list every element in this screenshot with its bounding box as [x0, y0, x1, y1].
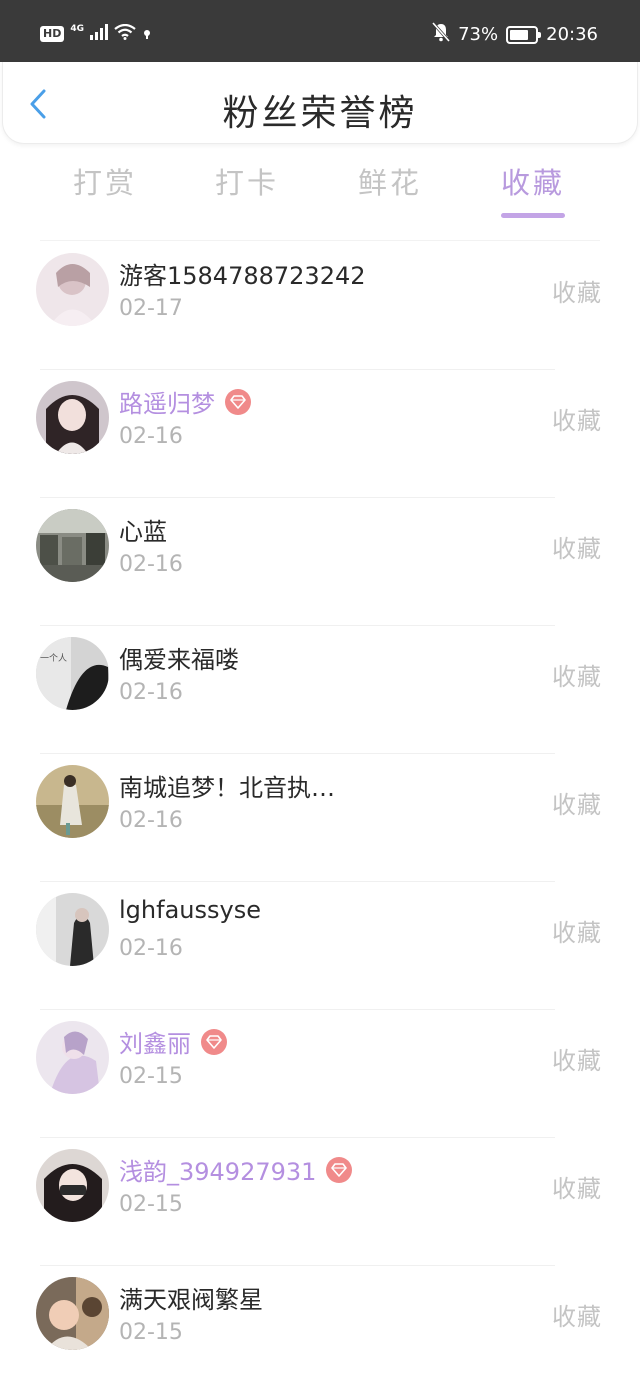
list-item[interactable]: 路遥归梦 02-16 收藏 — [0, 370, 640, 498]
name-line: lghfaussyse — [119, 896, 261, 924]
list-item[interactable]: 一个人 偶爱来福喽 02-16 收藏 — [0, 626, 640, 754]
date: 02-15 — [119, 1320, 183, 1345]
tab-bar: 打赏 打卡 鲜花 收藏 — [0, 160, 640, 220]
battery-icon — [506, 25, 542, 44]
name-line: 浅韵_394927931 — [119, 1152, 353, 1187]
tab-flowers[interactable]: 鲜花 — [319, 160, 461, 220]
fan-list: 游客1584788723242 02-17 收藏 路遥归梦 02-16 收藏 心蓝 02-16… — [0, 242, 640, 1387]
date: 02-16 — [119, 680, 183, 705]
avatar[interactable] — [36, 1277, 109, 1350]
notification-dot-icon — [142, 25, 152, 44]
hd-indicator: HD — [40, 26, 65, 42]
page-title: 粉丝荣誉榜 — [222, 93, 418, 134]
action-label: 收藏 — [552, 1175, 602, 1203]
status-left: HD 4G — [40, 23, 152, 44]
clock: 20:36 — [546, 24, 598, 45]
action-label: 收藏 — [552, 535, 602, 563]
user-name[interactable]: 满天艰阀繁星 — [119, 1280, 263, 1315]
date: 02-15 — [119, 1064, 183, 1089]
name-line: 游客1584788723242 — [119, 256, 366, 291]
list-item[interactable]: 游客1584788723242 02-17 收藏 — [0, 242, 640, 370]
svg-text:一个人: 一个人 — [40, 653, 67, 664]
list-item[interactable]: 满天艰阀繁星 02-15 收藏 — [0, 1266, 640, 1387]
signal-icon — [90, 24, 108, 44]
diamond-icon — [201, 1028, 227, 1055]
user-name[interactable]: 偶爱来福喽 — [119, 640, 239, 675]
name-line: 心蓝 — [119, 512, 167, 547]
avatar[interactable] — [36, 765, 109, 838]
user-name[interactable]: 刘鑫丽 — [119, 1024, 191, 1059]
list-item[interactable]: 浅韵_394927931 02-15 收藏 — [0, 1138, 640, 1266]
avatar[interactable] — [36, 1021, 109, 1094]
wifi-icon — [114, 23, 136, 44]
name-line: 路遥归梦 — [119, 384, 251, 419]
date: 02-16 — [119, 936, 183, 961]
action-label: 收藏 — [552, 1303, 602, 1331]
battery-percent: 73% — [458, 24, 499, 45]
tab-reward[interactable]: 打赏 — [34, 160, 176, 220]
tab-label: 打赏 — [72, 166, 137, 200]
action-label: 收藏 — [552, 1047, 602, 1075]
name-line: 满天艰阀繁星 — [119, 1280, 263, 1315]
diamond-icon — [326, 1156, 353, 1183]
list-item[interactable]: 心蓝 02-16 收藏 — [0, 498, 640, 626]
date: 02-15 — [119, 1192, 183, 1217]
tab-label: 收藏 — [500, 166, 565, 200]
tab-label: 鲜花 — [357, 166, 422, 200]
app-header: 粉丝荣誉榜 — [2, 62, 638, 144]
tab-checkin[interactable]: 打卡 — [176, 160, 318, 220]
tab-label: 打卡 — [214, 166, 279, 200]
diamond-icon — [225, 388, 251, 415]
user-name[interactable]: 路遥归梦 — [119, 384, 215, 419]
avatar[interactable] — [36, 253, 109, 326]
avatar[interactable] — [36, 509, 109, 582]
action-label: 收藏 — [552, 919, 602, 947]
date: 02-16 — [119, 808, 183, 833]
tab-divider — [40, 240, 600, 241]
date: 02-16 — [119, 424, 183, 449]
name-line: 偶爱来福喽 — [119, 640, 239, 675]
list-item[interactable]: 南城追梦！北音执… 02-16 收藏 — [0, 754, 640, 882]
avatar[interactable]: 一个人 — [36, 637, 109, 710]
action-label: 收藏 — [552, 663, 602, 691]
date: 02-17 — [119, 296, 183, 321]
user-name[interactable]: 浅韵_394927931 — [119, 1152, 316, 1187]
user-name[interactable]: 南城追梦！北音执… — [119, 768, 335, 803]
avatar[interactable] — [36, 381, 109, 454]
tab-favorites[interactable]: 收藏 — [462, 160, 604, 220]
action-label: 收藏 — [552, 407, 602, 435]
action-label: 收藏 — [552, 279, 602, 307]
list-item[interactable]: 刘鑫丽 02-15 收藏 — [0, 1010, 640, 1138]
user-name[interactable]: 心蓝 — [119, 512, 167, 547]
user-name[interactable]: 游客1584788723242 — [119, 256, 366, 291]
list-item[interactable]: lghfaussyse 02-16 收藏 — [0, 882, 640, 1010]
network-type: 4G — [70, 24, 84, 34]
status-bar: HD 4G 73% 20:36 — [0, 0, 640, 62]
avatar[interactable] — [36, 893, 109, 966]
battery-level — [510, 29, 529, 40]
avatar[interactable] — [36, 1149, 109, 1222]
date: 02-16 — [119, 552, 183, 577]
user-name[interactable]: lghfaussyse — [119, 896, 261, 924]
status-right: 73% 20:36 — [431, 22, 598, 47]
name-line: 刘鑫丽 — [119, 1024, 227, 1059]
bell-muted-icon — [431, 22, 451, 47]
action-label: 收藏 — [552, 791, 602, 819]
name-line: 南城追梦！北音执… — [119, 768, 335, 803]
active-tab-indicator — [501, 213, 565, 218]
